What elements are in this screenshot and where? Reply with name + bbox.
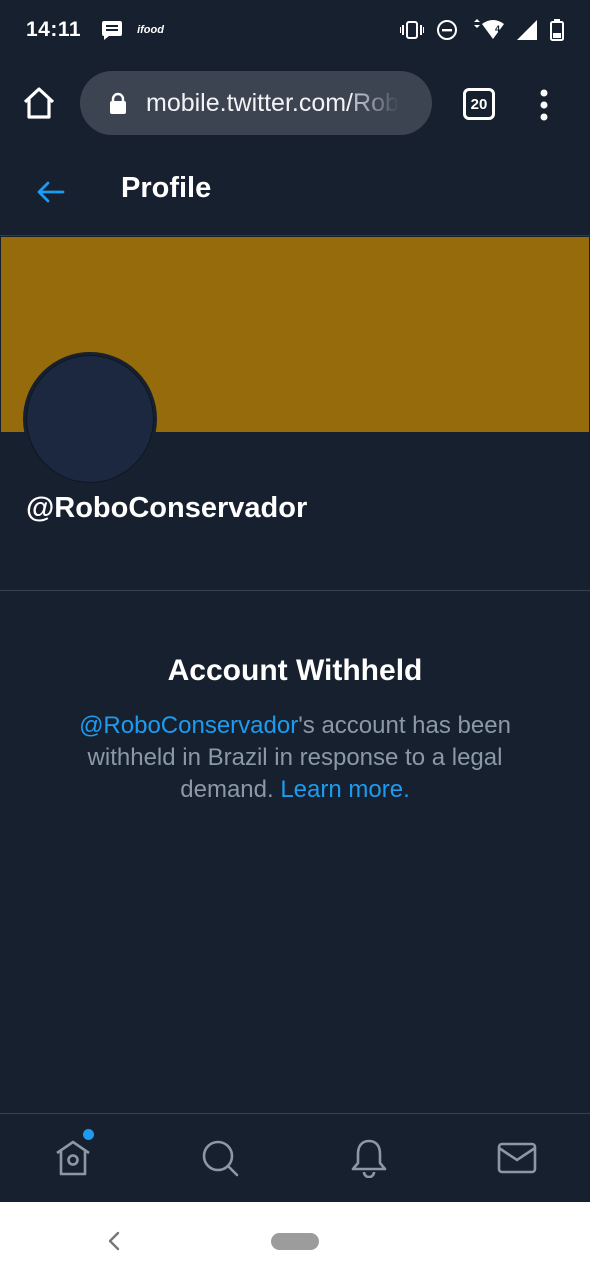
browser-toolbar: mobile.twitter.com/Rob 20 (0, 60, 590, 148)
learn-more-link[interactable]: Learn more (280, 776, 403, 803)
url-text: mobile.twitter.com/Rob (146, 89, 399, 118)
home-pill[interactable] (271, 1233, 319, 1250)
address-bar[interactable]: mobile.twitter.com/Rob (80, 71, 432, 135)
signal-icon (517, 20, 537, 40)
profile-handle: @RoboConservador (26, 492, 308, 524)
notifications-icon[interactable] (349, 1138, 389, 1178)
url-path: Rob (353, 88, 399, 117)
screen: 14:11 ifood 4 mobile.twitter.com/Rob 20 … (0, 0, 590, 1280)
ifood-icon: ifood (137, 24, 164, 36)
dnd-icon (437, 20, 457, 40)
bottom-nav (0, 1113, 590, 1201)
home-icon[interactable] (53, 1138, 93, 1178)
notice-period: . (403, 776, 410, 803)
avatar[interactable] (23, 352, 157, 486)
notice-title: Account Withheld (167, 654, 423, 687)
lock-icon (110, 92, 126, 114)
page-title: Profile (121, 172, 212, 204)
home-icon[interactable] (22, 86, 56, 120)
vibrate-icon (400, 21, 424, 39)
message-icon (102, 21, 123, 40)
status-notification-icons: ifood (101, 20, 164, 40)
status-time: 14:11 (26, 18, 82, 41)
tab-switcher-button[interactable]: 20 (463, 88, 495, 120)
search-icon[interactable] (200, 1138, 240, 1178)
battery-icon (550, 19, 564, 41)
chevron-left-icon[interactable] (106, 1230, 122, 1252)
url-domain: mobile.twitter.com/ (146, 88, 354, 117)
wifi-icon: 4 (474, 19, 504, 39)
system-nav-bar (0, 1202, 590, 1280)
more-vert-icon[interactable] (533, 88, 555, 122)
notice-body: @RoboConservador's account has been with… (50, 710, 540, 806)
divider (0, 590, 590, 591)
svg-text:4: 4 (495, 24, 500, 34)
handle-link[interactable]: @RoboConservador (79, 712, 298, 739)
messages-icon[interactable] (497, 1138, 537, 1178)
status-right-icons: 4 (400, 19, 564, 41)
arrow-left-icon[interactable] (34, 176, 66, 208)
tab-count: 20 (470, 95, 488, 113)
status-bar: 14:11 ifood 4 (0, 0, 590, 60)
profile-header: Profile (0, 148, 590, 236)
notification-dot (83, 1129, 94, 1140)
